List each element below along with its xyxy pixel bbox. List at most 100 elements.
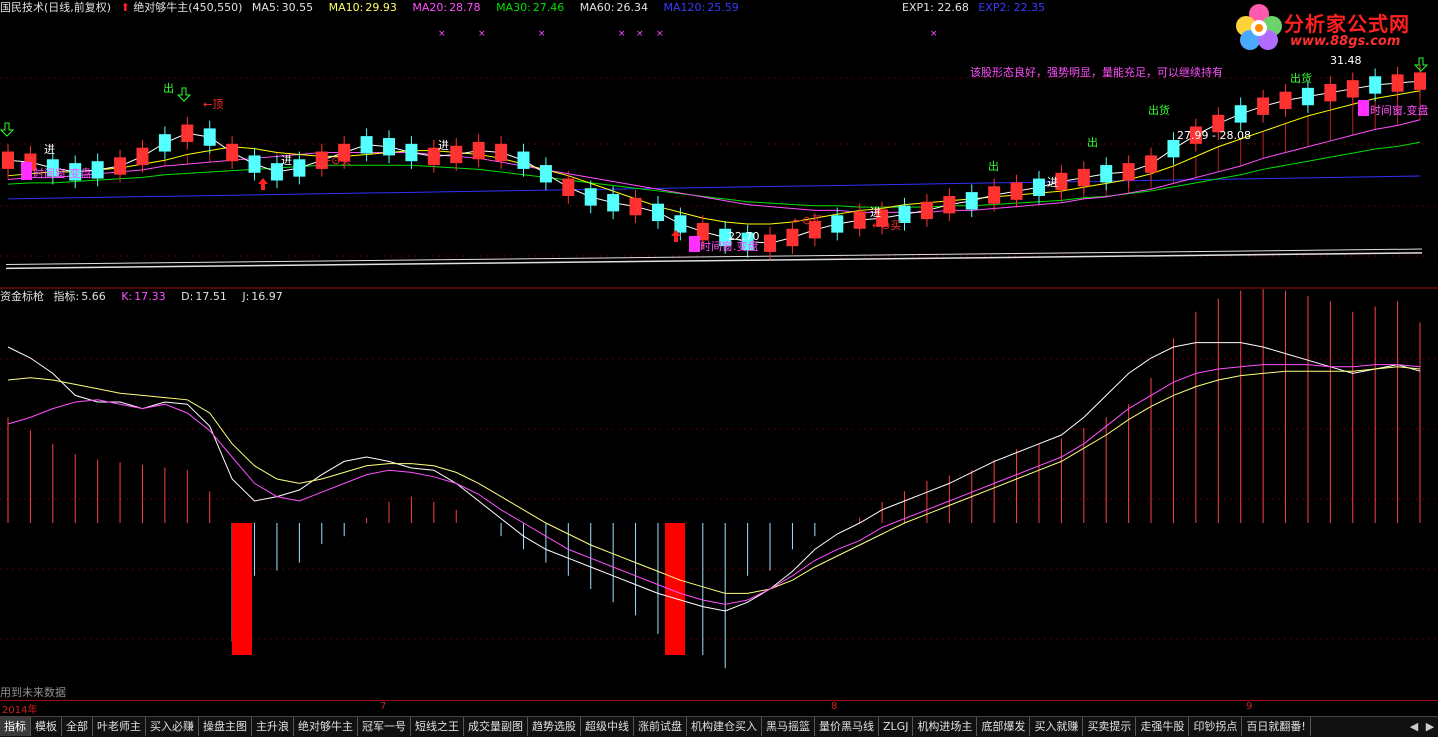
price-chart[interactable]: × × × × × × × ←顶 ←⊙买 ←⊙买 ←⊙买 进 进 进 进 进 出 出 出 出… [0, 16, 1438, 289]
candle-body [1257, 97, 1270, 115]
top-signal-label: ←顶 [203, 98, 223, 111]
candle-body [2, 151, 14, 169]
tab-13[interactable]: 涨前试盘 [634, 717, 687, 736]
tab-24[interactable]: 百日就翻番! [1242, 717, 1311, 736]
ma10-label: MA10: [328, 1, 364, 14]
tab-22[interactable]: 走强牛股 [1136, 717, 1190, 736]
ma10-readout: MA10: 29.93 [329, 1, 403, 14]
candle-body [293, 159, 306, 177]
ma120-label: MA120: [663, 1, 706, 14]
candle-body [1414, 72, 1426, 90]
tab-3[interactable]: 叶老师主 [93, 717, 146, 736]
candle-body [1077, 168, 1090, 187]
oscillator-gridlines [0, 358, 1438, 640]
candle-body [1100, 165, 1113, 183]
candle-body [965, 192, 978, 210]
candle-body [674, 215, 687, 233]
tab-1[interactable]: 模板 [31, 717, 62, 736]
scroll-left-icon[interactable]: ◀ [1406, 717, 1422, 737]
candle-body [472, 141, 485, 160]
signal-cross-marker: × [618, 29, 626, 39]
tab-2[interactable]: 全部 [62, 717, 93, 736]
candle-body [1145, 155, 1158, 173]
buy-signal-label-3: ←⊙买 [872, 219, 901, 232]
candle-body [607, 194, 620, 212]
candle-body [1122, 163, 1135, 181]
scroll-right-icon[interactable]: ▶ [1422, 717, 1438, 737]
date-tick-aug: 8 [831, 701, 838, 712]
tab-17[interactable]: ZLGJ [879, 717, 914, 736]
tab-18[interactable]: 机构进场主 [913, 717, 978, 736]
indicator-tabs: 指标 模板 全部 叶老师主 买入必赚 操盘主图 主升浪 绝对够牛主 冠军一号 短线之王 成交量副图趋… [0, 717, 1311, 737]
tab-14[interactable]: 机构建仓买入 [687, 717, 762, 736]
candle-body [517, 151, 530, 169]
tab-5[interactable]: 操盘主图 [199, 717, 252, 736]
high-price-label: 31.48 [1330, 54, 1362, 67]
down-arrow-icon [0, 122, 15, 137]
ma30-label: MA30: [496, 1, 531, 14]
trend-comment: 该股形态良好，强势明显，量能充足，可以继续持有 [970, 65, 1223, 79]
candle-body [226, 143, 239, 162]
signal-cross-marker: × [478, 29, 486, 39]
candle-body [181, 124, 194, 142]
ma30-value: 27.46 [532, 1, 565, 14]
candle-body [1032, 178, 1045, 196]
date-tick-jul: 7 [380, 701, 387, 712]
time-window-label-1: 时间窗.变盘 [33, 166, 92, 180]
tab-8[interactable]: 冠军一号 [358, 717, 411, 736]
tab-20[interactable]: 买入就赚 [1030, 717, 1084, 736]
tab-11[interactable]: 趋势选股 [528, 717, 581, 736]
tab-19[interactable]: 底部爆发 [977, 717, 1031, 736]
exit-label-2: 出 [988, 159, 999, 173]
candle-body [629, 197, 642, 216]
price-annotations: ←顶 ←⊙买 ←⊙买 ←⊙买 进 进 进 进 进 出 出 出 出货 出货 22.… [0, 54, 1429, 253]
future-data-note: 用到未来数据 [0, 686, 66, 699]
ma20-label: MA20: [412, 1, 448, 14]
price-range-label: 27.99 - 28.08 [1177, 129, 1251, 142]
up-arrow-icon: ⬆ [120, 1, 130, 14]
ma120-readout: MA120: 25.59 [664, 1, 745, 14]
indicator-name[interactable]: 绝对够牛主(450,550) [133, 1, 242, 14]
time-window-label-2: 时间窗.变盘 [700, 239, 759, 253]
candle-body [651, 203, 664, 222]
tab-23[interactable]: 印钞拐点 [1189, 717, 1243, 736]
exp2-value: 22.35 [1013, 1, 1046, 14]
ma60-label: MA60: [579, 1, 615, 14]
oscillator-chart[interactable] [0, 289, 1438, 700]
candle-body [539, 165, 552, 183]
buy-signal-label-2: ←⊙买 [793, 214, 822, 227]
entry-label-2: 进 [281, 154, 292, 167]
candle-body [943, 195, 956, 214]
tab-16[interactable]: 量价黑马线 [815, 717, 879, 736]
candle-body [114, 157, 127, 175]
candle-body [853, 211, 866, 229]
signal-cross-marker: × [538, 29, 546, 39]
tab-4[interactable]: 买入必赚 [146, 717, 199, 736]
signal-cross-marker: × [930, 29, 938, 39]
candle-body [1369, 76, 1382, 94]
candle-body [920, 201, 933, 220]
date-axis: 2014年 7 8 9 [0, 700, 1438, 716]
exp1-label: EXP1: [902, 1, 934, 14]
tab-15[interactable]: 黑马摇篮 [762, 717, 815, 736]
ma20-readout: MA20: 28.78 [412, 1, 486, 14]
support-line-1 [5, 252, 1423, 270]
ma60-readout: MA60: 26.34 [580, 1, 654, 14]
buy-signal-label-1: ←⊙买 [322, 154, 351, 167]
tab-9[interactable]: 短线之王 [411, 717, 464, 736]
tab-21[interactable]: 买卖提示 [1083, 717, 1137, 736]
oscillator-series-layer [7, 289, 1421, 669]
main-chart-header: 国民技术(日线,前复权) ⬆ 绝对够牛主(450,550) MA5: 30.55 … [0, 0, 751, 16]
tab-0[interactable]: 指标 [0, 717, 31, 736]
tab-10[interactable]: 成交量副图 [464, 717, 528, 736]
ma10-value: 29.93 [365, 1, 397, 14]
candle-body [764, 234, 777, 252]
tab-12[interactable]: 超级中线 [581, 717, 634, 736]
tab-6[interactable]: 主升浪 [252, 717, 294, 736]
stock-title[interactable]: 国民技术(日线,前复权) [0, 1, 111, 14]
exit-goods-label-2: 出货 [1290, 71, 1312, 85]
candle-body [562, 178, 575, 196]
tab-scroll-controls: ◀ ▶ [1406, 717, 1438, 737]
candle-body [1167, 139, 1180, 158]
tab-7[interactable]: 绝对够牛主 [294, 717, 358, 736]
